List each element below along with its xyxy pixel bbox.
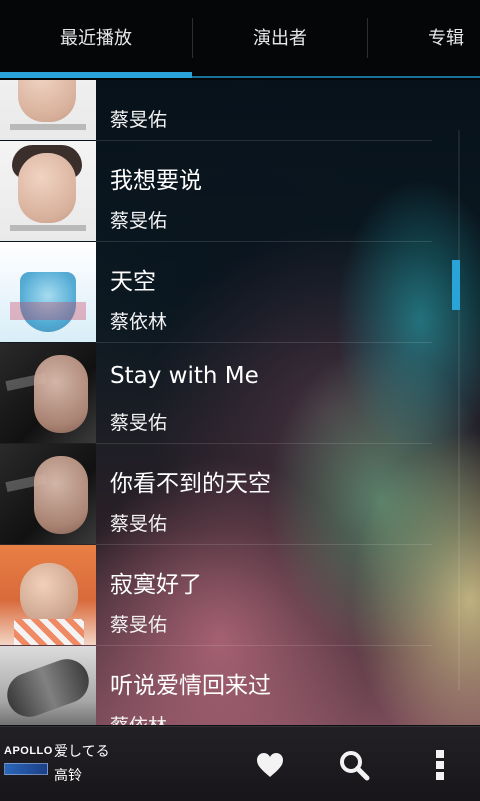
track-title: 你看不到的天空 xyxy=(110,471,271,497)
search-button[interactable] xyxy=(332,743,376,787)
track-artist: 蔡旻佑 xyxy=(110,210,168,232)
heart-icon xyxy=(257,753,283,777)
cover-text xyxy=(10,302,86,320)
top-tab-bar: 最近播放 演出者 专辑 xyxy=(0,0,480,80)
overflow-menu-button[interactable] xyxy=(418,743,462,787)
track-artist: 蔡依林 xyxy=(110,711,167,725)
album-cover xyxy=(0,444,96,544)
cover-face xyxy=(34,456,88,534)
track-artist: 蔡旻佑 xyxy=(110,513,168,535)
now-playing-bar[interactable]: APOLLO 爱してる 高铃 xyxy=(0,726,480,801)
album-cover xyxy=(0,545,96,645)
album-cover xyxy=(0,242,96,342)
now-playing-title: 爱してる xyxy=(54,744,110,760)
cover-stripe xyxy=(10,225,86,231)
tab-recently-played[interactable]: 最近播放 xyxy=(0,0,192,74)
track-title: 寂寞好了 xyxy=(110,572,202,598)
scroll-thumb[interactable] xyxy=(452,260,460,310)
list-item[interactable]: 天空 蔡依林 xyxy=(0,242,480,343)
scroll-track xyxy=(458,130,460,690)
cover-stripe xyxy=(10,124,86,130)
tab-label: 演出者 xyxy=(253,28,307,49)
cover-hand xyxy=(1,652,95,724)
overflow-menu-icon xyxy=(436,750,444,780)
tab-selected-indicator xyxy=(0,72,192,78)
track-title: 听说爱情回来过 xyxy=(110,673,271,699)
list-item[interactable]: 我想要说 蔡旻佑 xyxy=(0,141,480,242)
album-cover xyxy=(0,80,96,140)
favorite-button[interactable] xyxy=(248,743,292,787)
track-title: Stay with Me xyxy=(110,363,259,389)
cover-face xyxy=(18,80,76,122)
cover-face xyxy=(18,153,76,223)
track-artist: 蔡旻佑 xyxy=(110,109,168,131)
cover-shirt xyxy=(14,619,84,645)
list-item[interactable]: Stay with Me 蔡旻佑 xyxy=(0,343,480,444)
now-playing-artist: 高铃 xyxy=(54,768,82,784)
track-artist: 蔡依林 xyxy=(110,311,168,333)
album-cover xyxy=(0,646,96,725)
tab-label: 最近播放 xyxy=(60,28,132,49)
list-item[interactable]: 蔡旻佑 xyxy=(0,80,480,141)
album-cover xyxy=(0,343,96,443)
tab-artists[interactable]: 演出者 xyxy=(193,0,367,74)
app-logo: APOLLO xyxy=(4,745,53,781)
album-cover xyxy=(0,141,96,241)
list-item[interactable]: 听说爱情回来过 蔡依林 xyxy=(0,646,480,725)
list-item[interactable]: 寂寞好了 蔡旻佑 xyxy=(0,545,480,646)
recently-played-list[interactable]: 蔡旻佑 我想要说 蔡旻佑 天空 蔡依林 Stay with Me 蔡旻佑 你看不… xyxy=(0,80,480,725)
tab-albums[interactable]: 专辑 xyxy=(368,0,480,74)
track-artist: 蔡旻佑 xyxy=(110,412,168,434)
app-logo-strip xyxy=(4,763,48,775)
search-icon xyxy=(340,751,370,781)
tab-label: 专辑 xyxy=(428,28,464,49)
now-playing-info[interactable]: 爱してる 高铃 xyxy=(54,741,254,791)
list-item[interactable]: 你看不到的天空 蔡旻佑 xyxy=(0,444,480,545)
app-logo-text: APOLLO xyxy=(4,745,53,757)
track-artist: 蔡旻佑 xyxy=(110,614,168,636)
cover-face xyxy=(20,563,78,625)
track-title: 天空 xyxy=(110,269,156,295)
cover-face xyxy=(34,355,88,433)
track-title: 我想要说 xyxy=(110,168,202,194)
list-inner: 蔡旻佑 我想要说 蔡旻佑 天空 蔡依林 Stay with Me 蔡旻佑 你看不… xyxy=(0,80,480,725)
